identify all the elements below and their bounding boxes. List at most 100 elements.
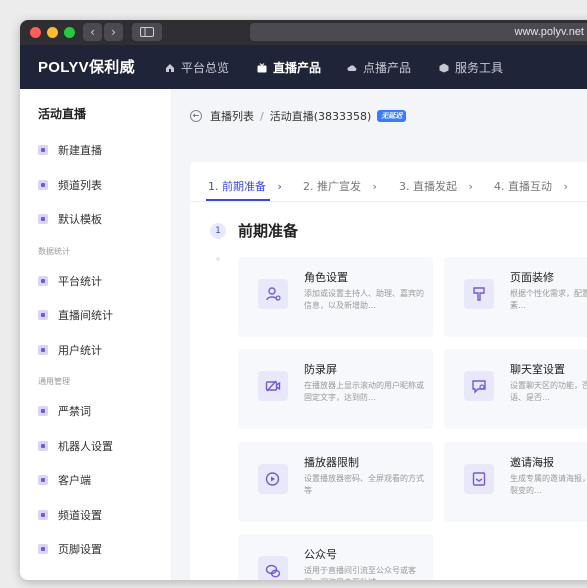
back-arrow-icon[interactable]: ← [190, 110, 202, 122]
client-icon [38, 475, 48, 485]
sidebar-item-label: 直播间统计 [58, 309, 113, 322]
sidebar-item-robot-settings[interactable]: 机器人设置 [38, 438, 113, 454]
sidebar-item-channel-settings[interactable]: 频道设置 [38, 507, 102, 523]
card-title: 角色设置 [304, 271, 348, 284]
card-anti-recording[interactable]: 防录屏 在播放器上显示滚动的用户昵称或固定文字，达到防… [238, 349, 433, 429]
topnav-label: 服务工具 [455, 61, 504, 75]
sidebar-item-default-template[interactable]: 默认模板 [38, 211, 102, 227]
address-bar[interactable]: www.polyv.net [250, 23, 587, 41]
topnav-label: 点播产品 [363, 61, 412, 75]
sidebar-item-footer-settings[interactable]: 页脚设置 [38, 541, 102, 557]
browser-titlebar: ‹ › www.polyv.net [20, 20, 587, 45]
section-number: 1 [210, 223, 226, 239]
topnav-label: 平台总览 [181, 61, 230, 75]
chart-icon [38, 310, 48, 320]
breadcrumb-current: 活动直播(3833358) [269, 110, 372, 123]
card-official-account[interactable]: 公众号 适用于直播间引流至公众号或客服，沉淀用户至私域… [238, 534, 433, 580]
sidebar-item-label: 平台统计 [58, 275, 102, 288]
chevron-right-icon: › [563, 180, 568, 193]
topnav-service-tools[interactable]: 服务工具 [439, 59, 503, 76]
sidebar-item-label: 页脚设置 [58, 543, 102, 556]
card-player-restriction[interactable]: 播放器限制 设置播放器密码、全屏观看的方式等 [238, 442, 433, 522]
close-window-button[interactable] [30, 27, 41, 38]
breadcrumb: ← 直播列表 / 活动直播(3833358) 无延迟 [190, 108, 407, 124]
topnav-platform-overview[interactable]: 平台总览 [165, 59, 229, 76]
chart-icon [38, 276, 48, 286]
home-icon [166, 63, 174, 72]
polyv-logo[interactable]: POLYV保利威 [38, 56, 135, 77]
card-description: 生成专属的邀请海报，直播间分享裂变的… [510, 474, 587, 495]
card-invite-poster[interactable]: 邀请海报 生成专属的邀请海报，直播间分享裂变的… [444, 442, 587, 522]
sidebar-item-room-stats[interactable]: 直播间统计 [38, 307, 113, 323]
user-settings-icon [266, 287, 281, 301]
no-latency-badge: 无延迟 [377, 110, 407, 122]
step-label: 2. 推广宣发 [303, 180, 361, 193]
brush-icon [473, 287, 485, 301]
player-icon [265, 472, 280, 486]
sidebar-item-label: 默认模板 [58, 213, 102, 226]
timeline-dot [216, 257, 220, 261]
step-launch[interactable]: 3. 直播发起 › [399, 178, 473, 194]
topnav-vod-product[interactable]: 点播产品 [347, 59, 411, 76]
footer-icon [38, 544, 48, 554]
sidebar-item-label: 严禁词 [58, 405, 91, 418]
sidebar-item-channel-list[interactable]: 频道列表 [38, 177, 102, 193]
sidebar-item-label: 新建直播 [58, 144, 102, 157]
card-description: 设置聊天区的功能，否显示欢迎语、是否… [510, 381, 587, 402]
list-icon [38, 180, 48, 190]
browser-back-button[interactable]: ‹ [83, 23, 102, 41]
maximize-window-button[interactable] [64, 27, 75, 38]
card-chatroom-settings[interactable]: 聊天室设置 设置聊天区的功能，否显示欢迎语、是否… [444, 349, 587, 429]
card-description: 根据个性化需求，配置直播间元素… [510, 289, 587, 310]
card-title: 聊天室设置 [510, 363, 565, 376]
sidebar-toggle-button[interactable] [132, 23, 162, 41]
card-title: 防录屏 [304, 363, 337, 376]
chevron-right-icon: › [468, 180, 473, 193]
card-description: 添加或设置主持人、助理、嘉宾的信息，以及新增助… [304, 289, 424, 310]
card-page-decoration[interactable]: 页面装修 根据个性化需求，配置直播间元素… [444, 257, 587, 337]
template-icon [38, 214, 48, 224]
sidebar: 活动直播 新建直播 频道列表 默认模板 数据统计 平台统计 直播间统计 用户统计… [20, 89, 172, 580]
chevron-right-icon: › [372, 180, 377, 193]
settings-icon [38, 510, 48, 520]
breadcrumb-parent[interactable]: 直播列表 [210, 108, 254, 124]
sidebar-group-stats: 数据统计 [38, 247, 70, 256]
step-label: 1. 前期准备 [208, 180, 266, 193]
sidebar-item-banned-words[interactable]: 严禁词 [38, 403, 91, 419]
sidebar-toggle-icon [140, 27, 154, 37]
poster-icon [472, 472, 486, 486]
user-chart-icon [38, 345, 48, 355]
card-description: 适用于直播间引流至公众号或客服，沉淀用户至私域… [304, 566, 416, 580]
chevron-right-icon: › [277, 180, 282, 193]
robot-icon [38, 441, 48, 451]
steps-divider [190, 201, 587, 202]
plus-icon [38, 145, 48, 155]
sidebar-item-new-live[interactable]: 新建直播 [38, 142, 102, 158]
card-title: 播放器限制 [304, 456, 359, 469]
card-title: 公众号 [304, 548, 337, 561]
card-description: 在播放器上显示滚动的用户昵称或固定文字，达到防… [304, 381, 424, 402]
tv-icon [257, 62, 267, 72]
workflow-panel: 1. 前期准备 › 2. 推广宣发 › 3. 直播发起 › 4. 直播互动 › … [190, 162, 587, 580]
step-promotion[interactable]: 2. 推广宣发 › [303, 178, 377, 194]
topnav-label: 直播产品 [273, 61, 322, 75]
sidebar-item-label: 频道列表 [58, 179, 102, 192]
no-record-icon [265, 380, 281, 392]
topnav-live-product[interactable]: 直播产品 [257, 59, 321, 76]
card-title: 邀请海报 [510, 456, 554, 469]
minimize-window-button[interactable] [47, 27, 58, 38]
app-header: POLYV保利威 平台总览 直播产品 点播产品 服务工具 [20, 45, 587, 89]
sidebar-item-client[interactable]: 客户端 [38, 472, 91, 488]
browser-window: ‹ › www.polyv.net POLYV保利威 平台总览 直播产品 点播产… [20, 20, 587, 580]
sidebar-item-platform-stats[interactable]: 平台统计 [38, 273, 102, 289]
sidebar-item-label: 客户端 [58, 474, 91, 487]
step-preparation[interactable]: 1. 前期准备 › [208, 178, 282, 194]
card-role-settings[interactable]: 角色设置 添加或设置主持人、助理、嘉宾的信息，以及新增助… [238, 257, 433, 337]
sidebar-item-label: 机器人设置 [58, 440, 113, 453]
sidebar-group-manage: 通用管理 [38, 377, 70, 386]
sidebar-item-user-stats[interactable]: 用户统计 [38, 342, 102, 358]
step-interaction[interactable]: 4. 直播互动 › [494, 178, 568, 194]
wechat-icon [265, 564, 281, 578]
section-title: 前期准备 [238, 222, 299, 240]
browser-forward-button[interactable]: › [104, 23, 123, 41]
